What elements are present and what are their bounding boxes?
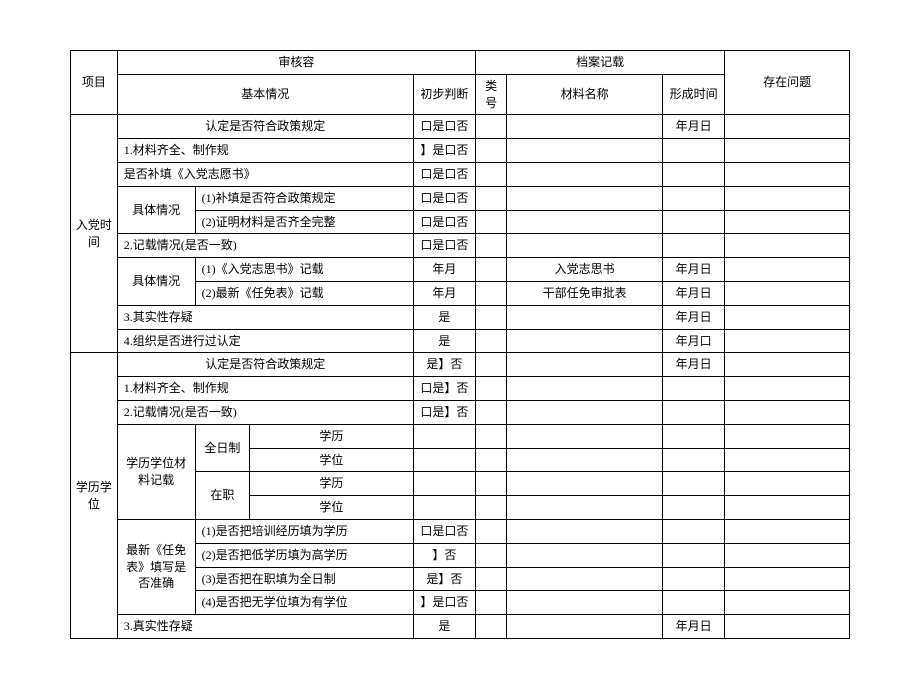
s1-r3b-label: (2)证明材料是否齐全完整 [195,210,413,234]
s1-r5b-judgment: 年月 [413,281,475,305]
s1-r6-judgment: 是 [413,305,475,329]
section1-title: 入党时间 [71,115,118,353]
s2-latest-b-label: (2)是否把低学历填为高学历 [195,543,413,567]
s2-matrix-1: 学历学位材料记载 全日制 学历 [71,424,850,448]
s1-r1-label: 1.材料齐全、制作规 [117,139,413,163]
s2-r3-judgment: 是 [413,615,475,639]
s2-latest-d-judgment: 】是口否 [413,591,475,615]
s1-r3b-judgment: 口是口否 [413,210,475,234]
s2-r1: 1.材料齐全、制作规 口是】否 [71,377,850,401]
s2-latest-a: 最新《任免表》填写是否准确 (1)是否把培训经历填为学历 口是口否 [71,519,850,543]
s1-r2-label: 是否补填《入党志愿书》 [117,162,413,186]
s1-r4-label: 2.记载情况(是否一致) [117,234,413,258]
s1-r6-time: 年月日 [662,305,724,329]
s1-r7-judgment: 是 [413,329,475,353]
s2-r1-judgment: 口是】否 [413,377,475,401]
s2-r3-label: 3.真实性存疑 [117,615,413,639]
s1-r2: 是否补填《入党志愿书》 口是口否 [71,162,850,186]
lead-time: 年月日 [662,115,724,139]
s2-matrix-rowlabel: 学历学位材料记载 [117,424,195,519]
s1-r6: 3.其实性存疑 是 年月日 [71,305,850,329]
s1-r8-label: 认定是否符合政策规定 [117,353,413,377]
s1-r5b-time: 年月日 [662,281,724,305]
header-basic-situation: 基本情况 [117,74,413,115]
s1-r6-label: 3.其实性存疑 [117,305,413,329]
s2-latest-b-judgment: 】否 [413,543,475,567]
section2-title: 学历学位 [71,353,118,639]
s1-r3a-label: (1)补填是否符合政策规定 [195,186,413,210]
s1-r5b-material: 干部任免审批表 [507,281,663,305]
s2-latest-a-label: (1)是否把培训经历填为学历 [195,519,413,543]
header-material-name: 材料名称 [507,74,663,115]
s2-r2-judgment: 口是】否 [413,400,475,424]
s2-matrix-edu-2: 学历 [250,472,414,496]
header-row-1: 项目 审核容 档案记载 存在问题 [71,51,850,75]
s2-matrix-fulltime: 全日制 [195,424,250,472]
s2-latest-c-label: (3)是否把在职填为全日制 [195,567,413,591]
header-audit-content: 审核容 [117,51,475,75]
s2-matrix-degree-2: 学位 [250,496,414,520]
s2-r2: 2.记载情况(是否一致) 口是】否 [71,400,850,424]
s2-r3: 3.真实性存疑 是 年月日 [71,615,850,639]
s1-r5b-label: (2)最新《任免表》记载 [195,281,413,305]
s1-r8: 学历学位 认定是否符合政策规定 是】否 年月日 [71,353,850,377]
s1-r1-judgment: 】是口否 [413,139,475,163]
s1-r7-time: 年月口 [662,329,724,353]
s2-latest-d-label: (4)是否把无学位填为有学位 [195,591,413,615]
s1-r5-rowlabel: 具体情况 [117,258,195,306]
s1-r8-judgment: 是】否 [413,353,475,377]
s2-latest-rowlabel: 最新《任免表》填写是否准确 [117,519,195,614]
s2-r3-time: 年月日 [662,615,724,639]
s2-r1-label: 1.材料齐全、制作规 [117,377,413,401]
s1-r3a-judgment: 口是口否 [413,186,475,210]
s2-r2-label: 2.记载情况(是否一致) [117,400,413,424]
s1-r3-rowlabel: 具体情况 [117,186,195,234]
audit-table: 项目 审核容 档案记载 存在问题 基本情况 初步判断 类号 材料名称 形成时间 … [70,50,850,639]
header-preliminary-judgment: 初步判断 [413,74,475,115]
s2-matrix-degree-1: 学位 [250,448,414,472]
s1-r5a-material: 入党志思书 [507,258,663,282]
s1-r2-judgment: 口是口否 [413,162,475,186]
s1-r4: 2.记载情况(是否一致) 口是口否 [71,234,850,258]
s1-r7-label: 4.组织是否进行过认定 [117,329,413,353]
header-archive-record: 档案记载 [476,51,725,75]
lead-policy: 认定是否符合政策规定 [117,115,413,139]
header-formation-time: 形成时间 [662,74,724,115]
lead-row: 入党时间 认定是否符合政策规定 口是口否 年月日 [71,115,850,139]
s1-r5a-judgment: 年月 [413,258,475,282]
s1-r5a-time: 年月日 [662,258,724,282]
s1-r1: 1.材料齐全、制作规 】是口否 [71,139,850,163]
header-category-no: 类号 [476,74,507,115]
s1-r8-time: 年月日 [662,353,724,377]
s2-latest-c-judgment: 是】否 [413,567,475,591]
s2-matrix-onjob: 在职 [195,472,250,520]
s1-r5a-label: (1)《入党志思书》记载 [195,258,413,282]
s1-r7: 4.组织是否进行过认定 是 年月口 [71,329,850,353]
header-project: 项目 [71,51,118,115]
s2-latest-a-judgment: 口是口否 [413,519,475,543]
s2-matrix-edu-1: 学历 [250,424,414,448]
header-issues: 存在问题 [725,51,850,115]
s1-r5a: 具体情况 (1)《入党志思书》记载 年月 入党志思书 年月日 [71,258,850,282]
lead-judgment: 口是口否 [413,115,475,139]
s1-r3a: 具体情况 (1)补填是否符合政策规定 口是口否 [71,186,850,210]
s1-r4-judgment: 口是口否 [413,234,475,258]
